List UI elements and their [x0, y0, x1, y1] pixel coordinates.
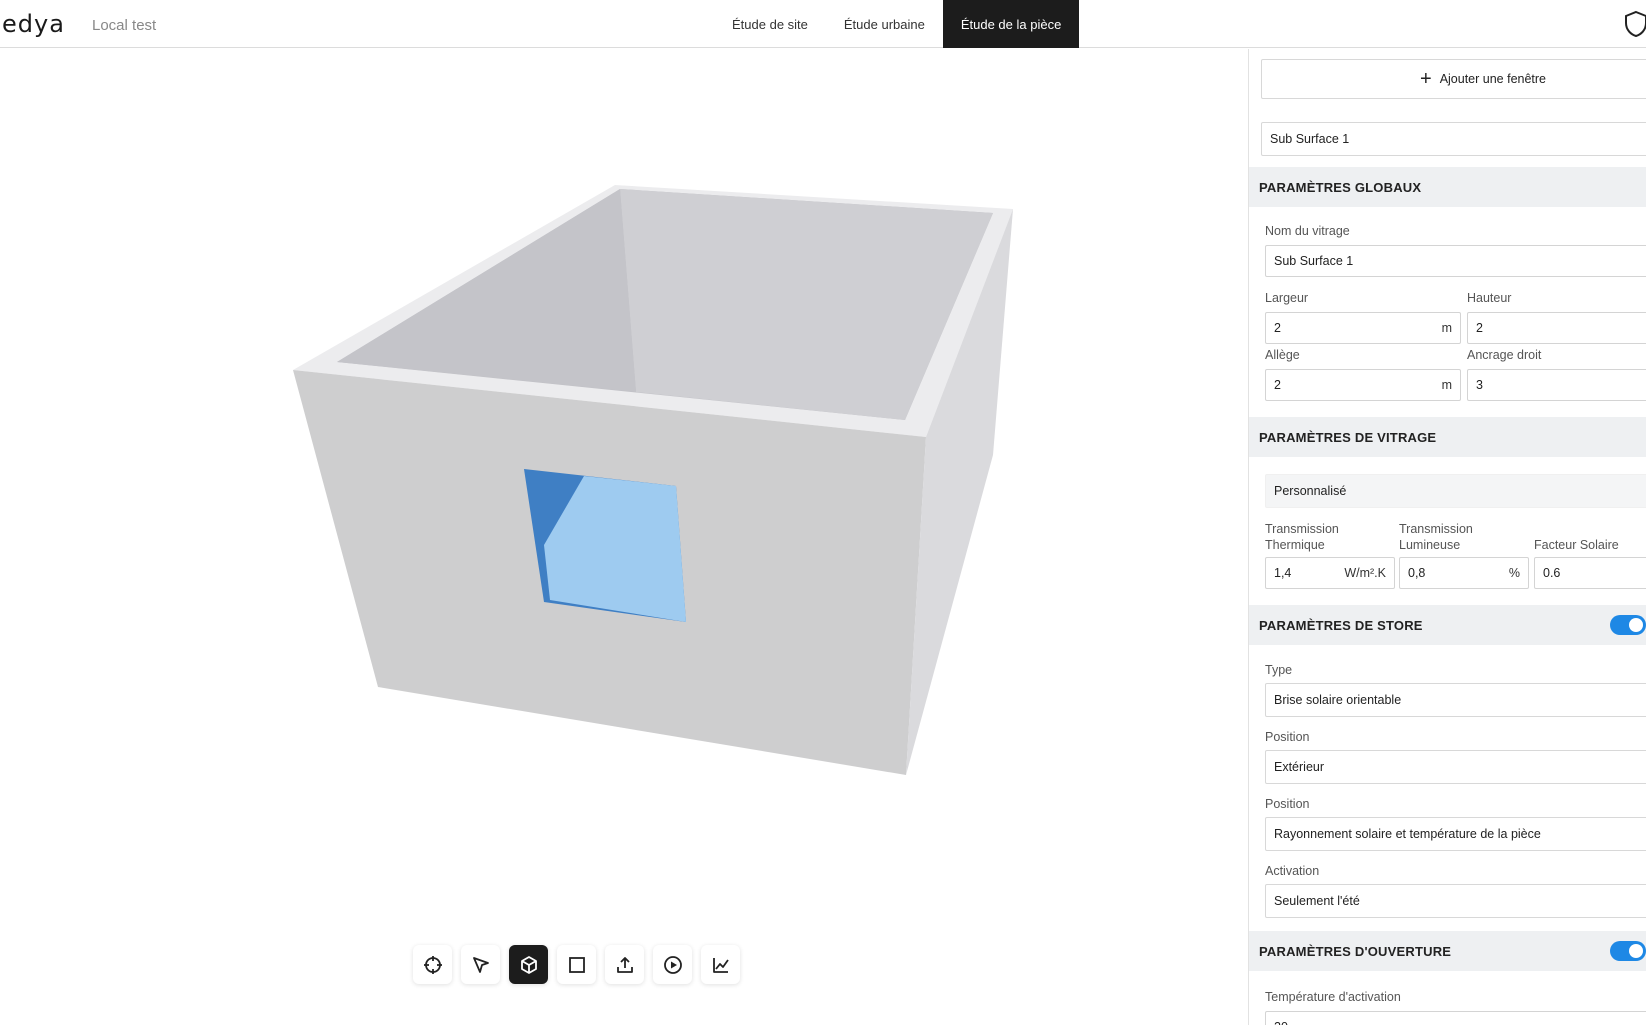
glazing-name-value: Sub Surface 1 — [1274, 254, 1354, 268]
width-unit: m — [1441, 321, 1452, 335]
add-window-button[interactable]: + Ajouter une fenêtre — [1261, 59, 1646, 99]
store-type-label: Type — [1265, 663, 1293, 677]
solar-factor-input[interactable]: 0.6 — [1534, 557, 1646, 589]
tool-pointer[interactable] — [461, 945, 500, 984]
anchor-value: 3 — [1476, 378, 1483, 392]
top-bar: edya Local test Étude de site Étude urba… — [0, 0, 1646, 48]
thermal-transmission-input[interactable]: 1,4 W/m².K — [1265, 557, 1395, 589]
opening-toggle[interactable] — [1610, 941, 1646, 961]
section-glazing-params[interactable]: PARAMÈTRES DE VITRAGE — [1249, 417, 1646, 457]
store-control-select[interactable]: Rayonnement solaire et température de la… — [1265, 817, 1646, 851]
thermal-unit: W/m².K — [1344, 566, 1386, 580]
light-value: 0,8 — [1408, 566, 1426, 580]
glazing-name-label: Nom du vitrage — [1265, 224, 1350, 238]
play-icon — [663, 955, 682, 974]
height-input[interactable]: 2 — [1467, 312, 1646, 344]
3d-viewport[interactable] — [0, 49, 1248, 1025]
anchor-label: Ancrage droit — [1467, 348, 1542, 362]
upload-icon — [616, 956, 633, 973]
tool-results[interactable] — [701, 945, 740, 984]
store-toggle[interactable] — [1610, 615, 1646, 635]
brand-logo[interactable]: edya — [2, 10, 65, 38]
project-name: Local test — [92, 17, 157, 34]
pointer-icon — [472, 956, 489, 973]
activation-temp-value: 20 — [1274, 1020, 1288, 1025]
crosshair-icon — [423, 955, 442, 974]
activation-temp-input[interactable]: 20 — [1265, 1011, 1646, 1025]
store-type-select[interactable]: Brise solaire orientable — [1265, 683, 1646, 717]
sill-label: Allège — [1265, 348, 1300, 362]
square-icon — [568, 956, 585, 973]
sill-unit: m — [1441, 378, 1452, 392]
store-activation-select[interactable]: Seulement l'été — [1265, 884, 1646, 918]
shield-icon[interactable] — [1624, 10, 1646, 38]
section-global-params[interactable]: PARAMÈTRES GLOBAUX — [1249, 167, 1646, 207]
room-interior-left-wall — [337, 189, 636, 392]
tool-crosshair[interactable] — [413, 945, 452, 984]
width-input[interactable]: 2 m — [1265, 312, 1461, 344]
tool-3d-view[interactable] — [509, 945, 548, 984]
tool-simulate[interactable] — [653, 945, 692, 984]
section-store-params[interactable]: PARAMÈTRES DE STORE — [1249, 605, 1646, 645]
room-3d-model[interactable] — [0, 49, 1248, 1025]
store-position-select[interactable]: Extérieur — [1265, 750, 1646, 784]
section-opening-params[interactable]: PARAMÈTRES D'OUVERTURE — [1249, 931, 1646, 971]
width-label: Largeur — [1265, 291, 1309, 305]
view-toolbar — [413, 945, 740, 984]
light-transmission-label: Transmission Lumineuse — [1399, 522, 1473, 552]
light-transmission-input[interactable]: 0,8 % — [1399, 557, 1529, 589]
solar-factor-label: Facteur Solaire — [1534, 538, 1619, 552]
tab-site-study[interactable]: Étude de site — [714, 0, 826, 48]
sill-input[interactable]: 2 m — [1265, 369, 1461, 401]
properties-panel: + Ajouter une fenêtre Sub Surface 1 PARA… — [1248, 49, 1646, 1025]
store-activation-label: Activation — [1265, 864, 1320, 878]
tool-2d-view[interactable] — [557, 945, 596, 984]
cube-icon — [520, 955, 537, 974]
chart-icon — [712, 957, 729, 973]
store-control-label: Position — [1265, 797, 1310, 811]
tab-urban-study[interactable]: Étude urbaine — [826, 0, 943, 48]
light-unit: % — [1508, 566, 1520, 580]
activation-temp-label: Température d'activation — [1265, 990, 1401, 1004]
sill-value: 2 — [1274, 378, 1281, 392]
height-label: Hauteur — [1467, 291, 1512, 305]
store-position-label: Position — [1265, 730, 1310, 744]
subsurface-select[interactable]: Sub Surface 1 — [1261, 122, 1646, 156]
glazing-name-input[interactable]: Sub Surface 1 — [1265, 245, 1646, 277]
width-value: 2 — [1274, 321, 1281, 335]
height-value: 2 — [1476, 321, 1483, 335]
main-tabs: Étude de site Étude urbaine Étude de la … — [714, 0, 1080, 48]
tool-export[interactable] — [605, 945, 644, 984]
thermal-value: 1,4 — [1274, 566, 1292, 580]
thermal-transmission-label: Transmission Thermique — [1265, 522, 1339, 552]
anchor-input[interactable]: 3 — [1467, 369, 1646, 401]
solar-value: 0.6 — [1543, 566, 1561, 580]
tab-room-study[interactable]: Étude de la pièce — [942, 0, 1080, 48]
glazing-preset-select[interactable]: Personnalisé — [1265, 474, 1646, 508]
add-window-label: Ajouter une fenêtre — [1439, 72, 1547, 86]
plus-icon: + — [1420, 68, 1432, 90]
